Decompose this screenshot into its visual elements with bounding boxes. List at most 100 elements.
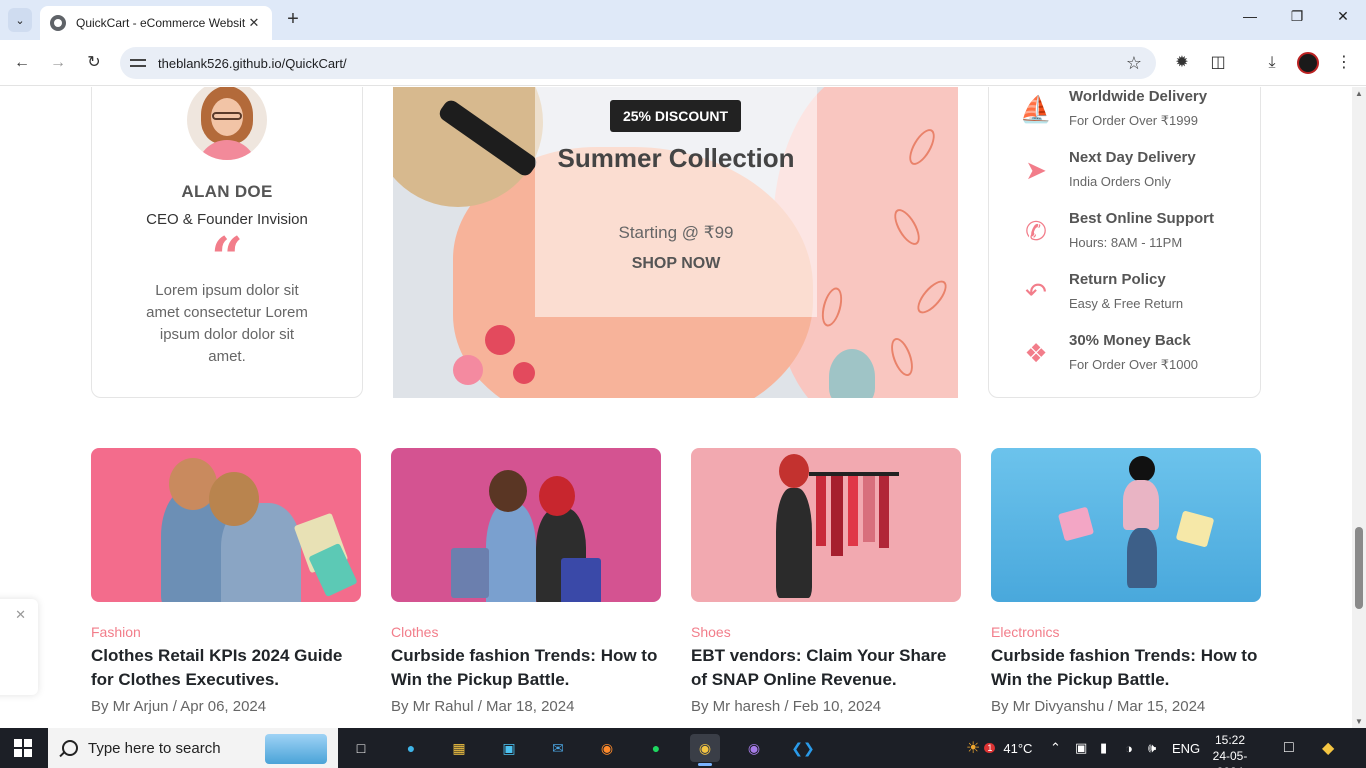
scroll-up-icon[interactable]: ▲ xyxy=(1355,89,1363,98)
service-item-online-support: ✆ Best Online Support Hours: 8AM - 11PM xyxy=(989,210,1259,260)
windows-start-icon[interactable] xyxy=(14,739,32,757)
rocket-icon: ➤ xyxy=(1025,155,1047,185)
extensions-puzzle-icon[interactable]: ◫ xyxy=(1207,52,1229,74)
bookmark-star-icon[interactable]: ☆ xyxy=(1126,53,1142,74)
flower-decoration xyxy=(453,355,483,385)
notifications-icon[interactable]: □ xyxy=(1284,728,1294,768)
testimonial-text: Lorem ipsum dolor sit amet consectetur L… xyxy=(146,282,308,365)
language-indicator[interactable]: ENG xyxy=(1172,728,1200,768)
blog-card-shoes[interactable]: Shoes EBT vendors: Claim Your Share of S… xyxy=(691,448,961,715)
task-view-icon[interactable]: □ xyxy=(346,734,376,762)
close-popup-icon[interactable]: ✕ xyxy=(15,607,26,623)
blog-card-electronics[interactable]: Electronics Curbside fashion Trends: How… xyxy=(991,448,1261,715)
service-subtitle: For Order Over ₹1000 xyxy=(1069,357,1198,372)
blog-image[interactable] xyxy=(691,448,961,602)
ship-icon: ⛵ xyxy=(1019,94,1053,124)
tab-title: QuickCart - eCommerce Websit xyxy=(76,16,246,30)
volume-icon[interactable]: 🕪 xyxy=(1148,728,1156,768)
chrome-icon[interactable]: ◉ xyxy=(690,734,720,766)
battery-icon[interactable]: ▮ xyxy=(1100,728,1107,768)
vscode-icon[interactable]: ❮❯ xyxy=(788,734,818,762)
github-desktop-icon[interactable]: ◉ xyxy=(739,734,769,762)
blog-title[interactable]: Curbside fashion Trends: How to Win the … xyxy=(991,644,1261,692)
blog-title[interactable]: EBT vendors: Claim Your Share of SNAP On… xyxy=(691,644,961,692)
edge-icon[interactable]: ● xyxy=(396,734,426,762)
search-highlight-image xyxy=(265,734,327,764)
forward-button[interactable]: → xyxy=(47,52,69,74)
weather-widget[interactable]: ☀ 1 41°C xyxy=(966,728,1032,768)
restore-button[interactable]: ❐ xyxy=(1285,8,1309,25)
blog-image[interactable] xyxy=(391,448,661,602)
copilot-icon[interactable]: ◆ xyxy=(1322,728,1334,768)
blog-title[interactable]: Curbside fashion Trends: How to Win the … xyxy=(391,644,661,692)
blog-date: Apr 06, 2024 xyxy=(180,698,267,715)
services-card: ⛵ Worldwide Delivery For Order Over ₹199… xyxy=(988,87,1261,398)
banner-title: Summer Collection xyxy=(557,143,795,173)
minimize-button[interactable]: — xyxy=(1238,8,1262,24)
weather-temp: 41°C xyxy=(1003,740,1033,756)
close-window-button[interactable]: ✕ xyxy=(1331,8,1355,25)
globe-icon xyxy=(50,15,66,31)
shop-now-link[interactable]: SHOP NOW xyxy=(535,255,817,273)
blog-date: Mar 15, 2024 xyxy=(1116,698,1206,715)
page-scrollbar[interactable]: ▲ ▼ xyxy=(1352,87,1366,728)
profile-avatar[interactable] xyxy=(1297,52,1319,74)
blog-category[interactable]: Electronics xyxy=(991,624,1261,640)
blog-image[interactable] xyxy=(91,448,361,602)
service-title: Next Day Delivery xyxy=(1069,149,1196,166)
weather-badge: 1 xyxy=(984,743,996,753)
camera-icon[interactable]: ▣ xyxy=(1075,728,1087,768)
blog-meta: By Mr Divyanshu / Mar 15, 2024 xyxy=(991,698,1206,715)
reload-button[interactable]: ↻ xyxy=(83,52,105,74)
blog-card-fashion[interactable]: Fashion Clothes Retail KPIs 2024 Guide f… xyxy=(91,448,361,715)
notification-popup[interactable]: ✕ xyxy=(0,599,38,695)
mail-icon[interactable]: ✉ xyxy=(543,734,573,762)
service-item-next-day-delivery: ➤ Next Day Delivery India Orders Only xyxy=(989,149,1259,199)
scrollbar-thumb[interactable] xyxy=(1355,527,1363,609)
blog-card-clothes[interactable]: Clothes Curbside fashion Trends: How to … xyxy=(391,448,661,715)
page-viewport: ALAN DOE CEO & Founder Invision “ Lorem … xyxy=(0,87,1366,728)
service-subtitle: India Orders Only xyxy=(1069,174,1171,189)
site-info-icon[interactable] xyxy=(130,56,146,70)
service-subtitle: For Order Over ₹1999 xyxy=(1069,113,1198,128)
tab-search-button[interactable]: ⌄ xyxy=(8,8,32,32)
browser-tab-bar: ⌄ QuickCart - eCommerce Websit ✕ + — ❐ ✕ xyxy=(0,0,1366,40)
summer-collection-banner[interactable]: 25% DISCOUNT Summer Collection Starting … xyxy=(393,87,958,398)
windows-taskbar: Type here to search □ ● ▦ ▣ ✉ ◉ ● ◉ ◉ ❮❯… xyxy=(0,728,1366,768)
close-tab-icon[interactable]: ✕ xyxy=(246,15,262,31)
blog-category[interactable]: Fashion xyxy=(91,624,361,640)
quote-icon: “ xyxy=(210,225,244,291)
spotify-icon[interactable]: ● xyxy=(641,734,671,762)
file-explorer-icon[interactable]: ▦ xyxy=(444,734,474,762)
weather-icon: ☀ xyxy=(966,740,981,757)
show-hidden-icons[interactable]: ⌃ xyxy=(1050,728,1061,768)
scroll-down-icon[interactable]: ▼ xyxy=(1355,717,1363,726)
blog-image[interactable] xyxy=(991,448,1261,602)
blog-meta: By Mr haresh / Feb 10, 2024 xyxy=(691,698,882,715)
discount-badge: 25% DISCOUNT xyxy=(610,100,741,132)
blog-author: By Mr Arjun xyxy=(91,698,169,715)
blog-title[interactable]: Clothes Retail KPIs 2024 Guide for Cloth… xyxy=(91,644,361,692)
blog-author: By Mr Rahul xyxy=(391,698,474,715)
menu-kebab-icon[interactable]: ⋮ xyxy=(1333,52,1355,74)
firefox-icon[interactable]: ◉ xyxy=(592,734,622,762)
address-bar[interactable]: theblank526.github.io/QuickCart/ ☆ xyxy=(120,47,1156,79)
url-text[interactable]: theblank526.github.io/QuickCart/ xyxy=(158,56,1126,71)
wifi-icon[interactable]: ◑ xyxy=(1125,728,1133,768)
browser-tab[interactable]: QuickCart - eCommerce Websit ✕ xyxy=(40,6,272,40)
service-subtitle: Hours: 8AM - 11PM xyxy=(1069,235,1183,250)
taskbar-clock[interactable]: 15:22 24-05-2024 xyxy=(1200,732,1260,768)
service-item-money-back: ❖ 30% Money Back For Order Over ₹1000 xyxy=(989,332,1259,382)
blog-category[interactable]: Clothes xyxy=(391,624,661,640)
testimonial-avatar xyxy=(187,87,267,160)
store-icon[interactable]: ▣ xyxy=(494,734,524,762)
service-title: 30% Money Back xyxy=(1069,332,1191,349)
back-button[interactable]: ← xyxy=(11,52,33,74)
blog-meta: By Mr Arjun / Apr 06, 2024 xyxy=(91,698,267,715)
banner-price: Starting @ ₹99 xyxy=(618,223,734,242)
download-icon[interactable]: ⤓ xyxy=(1261,52,1283,74)
extension-icon[interactable]: ✹ xyxy=(1171,52,1193,74)
new-tab-button[interactable]: + xyxy=(282,8,304,30)
blog-meta: By Mr Rahul / Mar 18, 2024 xyxy=(391,698,575,715)
blog-category[interactable]: Shoes xyxy=(691,624,961,640)
